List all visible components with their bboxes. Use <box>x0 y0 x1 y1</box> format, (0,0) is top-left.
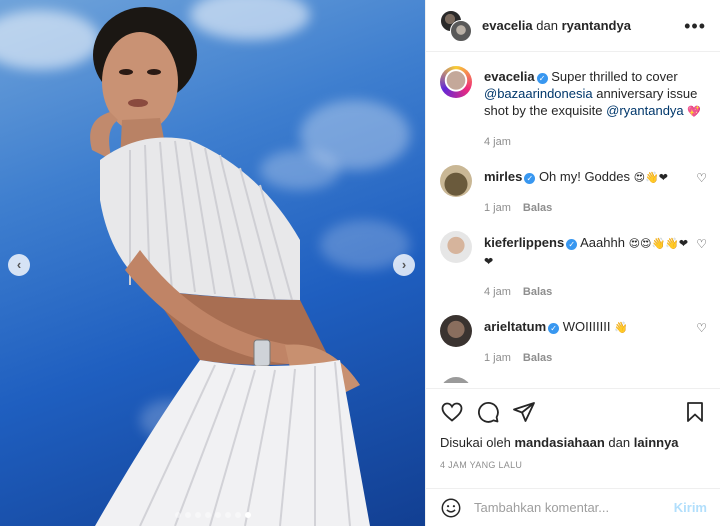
comment-meta: 1 jam Balas <box>484 200 689 217</box>
post-actions: Disukai oleh mandasiahaan dan lainnya 4 … <box>426 388 720 470</box>
verified-badge-icon: ✓ <box>548 323 560 334</box>
post-header: evacelia dan ryantandya ••• <box>426 0 720 52</box>
comment-emoji: 😍👋❤ <box>633 171 668 184</box>
post-authors: evacelia dan ryantandya <box>482 18 684 33</box>
author-link[interactable]: evacelia <box>482 18 533 33</box>
heart-icon[interactable]: ♡ <box>689 165 707 217</box>
authors-joiner: dan <box>536 18 558 33</box>
comment-time: 4 jam <box>484 136 511 148</box>
heart-icon[interactable] <box>440 400 464 424</box>
reply-button[interactable]: Balas <box>523 286 552 298</box>
likes-summary: Disukai oleh mandasiahaan dan lainnya <box>440 435 707 450</box>
comment-username[interactable]: kieferlippens <box>484 235 564 250</box>
avatar[interactable] <box>440 315 472 347</box>
carousel-dot <box>224 512 231 518</box>
carousel-indicator <box>0 512 425 518</box>
avatar[interactable] <box>440 377 472 383</box>
verified-badge-icon: ✓ <box>566 239 578 250</box>
model-figure <box>90 7 370 526</box>
mention-link[interactable]: @bazaarindonesia <box>484 86 593 101</box>
reply-button[interactable]: Balas <box>523 352 552 364</box>
comment-item: mirles ✓ Oh my! Goddes 😍👋❤ 1 jam Balas ♡ <box>426 165 720 217</box>
comment-text: Aaahhh <box>580 235 625 250</box>
comment-time: 1 jam <box>484 352 511 364</box>
caption-emoji: 💖 <box>687 105 701 118</box>
comment-item: kieferlippens ✓ Aaahhh 😍😍👋👋❤❤ 4 jam Balas … <box>426 231 720 301</box>
post-photo[interactable]: ‹ › <box>0 0 425 526</box>
carousel-dot <box>194 512 201 518</box>
comment-emoji: 👋 <box>614 321 628 334</box>
comment-username[interactable]: evacelia <box>484 69 535 84</box>
liker-link[interactable]: mandasiahaan <box>514 435 604 450</box>
carousel-dot <box>244 512 251 518</box>
carousel-dot <box>214 512 221 518</box>
post-comment-button[interactable]: Kirim <box>674 500 707 515</box>
likes-prefix: Disukai oleh <box>440 435 511 450</box>
avatar[interactable] <box>440 165 472 197</box>
comment-username[interactable]: mirles <box>484 169 522 184</box>
bookmark-icon[interactable] <box>683 400 707 424</box>
heart-icon[interactable]: ♡ <box>689 231 707 301</box>
carousel-dot <box>174 512 181 518</box>
comment-time: 1 jam <box>484 202 511 214</box>
comment-meta: 1 jam Balas <box>484 350 689 367</box>
paper-plane-icon[interactable] <box>512 400 536 424</box>
collab-avatars[interactable] <box>440 9 472 42</box>
carousel-dot <box>234 512 241 518</box>
avatar <box>450 19 472 42</box>
verified-badge-icon: ✓ <box>524 173 536 184</box>
comment-meta: 4 jam <box>484 134 707 151</box>
carousel-dot <box>184 512 191 518</box>
heart-icon[interactable]: ♡ <box>689 315 707 367</box>
comment-time: 4 jam <box>484 286 511 298</box>
likes-others-link[interactable]: lainnya <box>634 435 679 450</box>
reply-button[interactable]: Balas <box>523 202 552 214</box>
author-link[interactable]: ryantandya <box>562 18 631 33</box>
likes-joiner: dan <box>608 435 631 450</box>
avatar[interactable] <box>440 66 472 98</box>
comment-input[interactable] <box>474 500 674 515</box>
carousel-prev-button[interactable]: ‹ <box>8 254 30 276</box>
comment-item: arieltatum ✓ WOIIIIIII 👋 1 jam Balas ♡ <box>426 315 720 367</box>
verified-badge-icon: ✓ <box>536 73 548 84</box>
comment-username[interactable]: arieltatum <box>484 319 546 334</box>
emoji-icon[interactable] <box>440 497 462 519</box>
comment-icon[interactable] <box>476 400 500 424</box>
carousel-dot <box>204 512 211 518</box>
caption: evacelia ✓ Super thrilled to cover @bazaa… <box>426 66 720 151</box>
more-horizontal-icon[interactable]: ••• <box>684 17 706 35</box>
mention-link[interactable]: @ryantandya <box>606 103 684 118</box>
avatar[interactable] <box>440 231 472 263</box>
comment-meta: 4 jam Balas <box>484 284 689 301</box>
comment-item <box>426 377 720 383</box>
post-timestamp: 4 JAM YANG LALU <box>440 460 523 470</box>
comment-text: WOIIIIIII <box>562 319 611 334</box>
post-sidebar: evacelia dan ryantandya ••• evacelia ✓ Su… <box>425 0 720 526</box>
comment-text: Oh my! Goddes <box>538 169 630 184</box>
comment-composer: Kirim <box>426 488 720 526</box>
carousel-next-button[interactable]: › <box>393 254 415 276</box>
caption-text: Super thrilled to cover <box>551 69 678 84</box>
comments-list[interactable]: evacelia ✓ Super thrilled to cover @bazaa… <box>426 53 720 383</box>
